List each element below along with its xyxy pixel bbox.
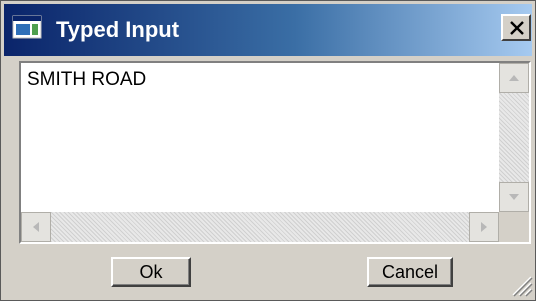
title-bar[interactable]: Typed Input <box>4 4 532 56</box>
close-icon <box>510 21 524 35</box>
scroll-up-button[interactable] <box>499 63 529 93</box>
typed-input-textarea[interactable]: SMITH ROAD <box>19 61 531 244</box>
typed-input-dialog: Typed Input SMITH ROAD Ok Cancel <box>0 0 536 301</box>
cancel-button[interactable]: Cancel <box>367 257 453 287</box>
arrow-left-icon <box>33 222 39 232</box>
vertical-scrollbar[interactable] <box>499 63 529 212</box>
typed-input-text[interactable]: SMITH ROAD <box>27 69 146 91</box>
resize-grip-icon[interactable] <box>509 273 533 297</box>
close-button[interactable] <box>501 14 531 41</box>
scrollbar-corner <box>499 212 529 242</box>
arrow-up-icon <box>509 75 519 81</box>
arrow-down-icon <box>509 194 519 200</box>
scroll-down-button[interactable] <box>499 182 529 212</box>
horizontal-scrollbar[interactable] <box>21 212 499 242</box>
scroll-left-button[interactable] <box>21 212 51 242</box>
arrow-right-icon <box>481 222 487 232</box>
window-app-icon[interactable] <box>12 15 42 39</box>
ok-button[interactable]: Ok <box>111 257 191 287</box>
window-title: Typed Input <box>56 17 180 42</box>
scroll-right-button[interactable] <box>469 212 499 242</box>
